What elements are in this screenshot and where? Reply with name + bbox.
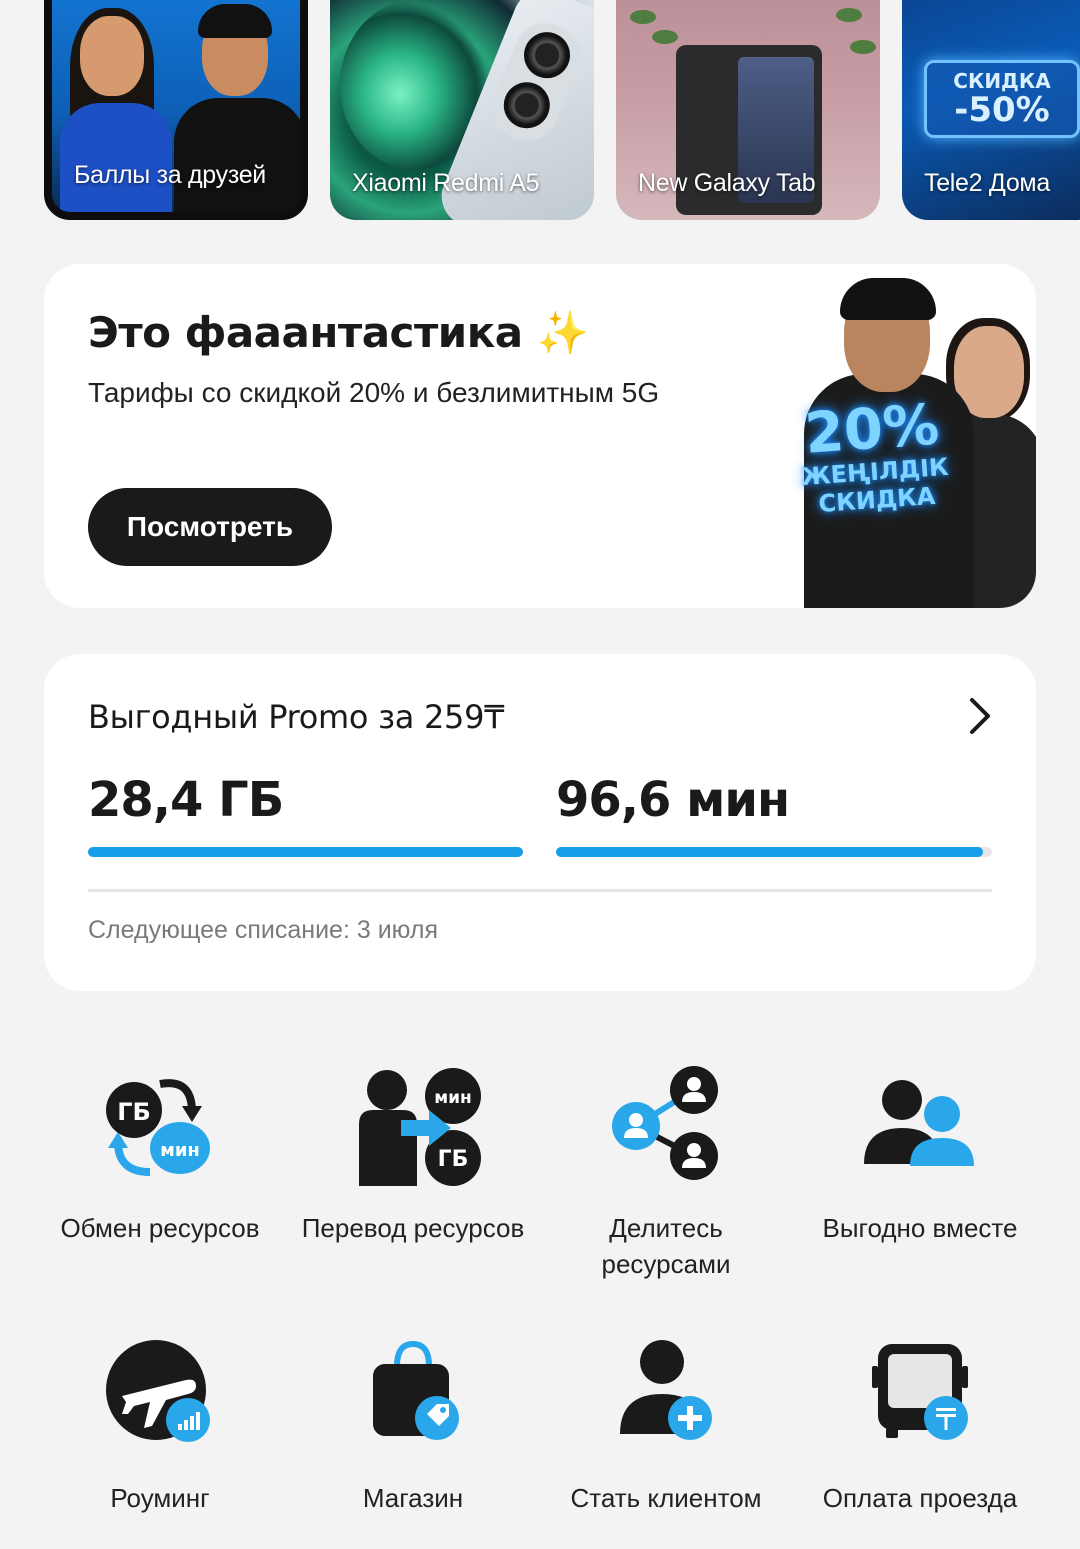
service-share-resources[interactable]: Делитесь ресурсами: [536, 1066, 796, 1282]
divider: [88, 889, 992, 892]
service-label: Оплата проезда: [822, 1483, 1018, 1513]
transit-payment-icon: [860, 1336, 980, 1466]
share-resources-icon: [606, 1066, 726, 1196]
promo-title: Это фааантастика ✨: [88, 308, 589, 357]
data-progress-bar: [88, 847, 523, 857]
sparkles-icon: ✨: [536, 308, 589, 357]
service-label: Обмен ресурсов: [60, 1213, 260, 1243]
exchange-resources-icon: ГБ мин: [100, 1066, 220, 1196]
service-exchange-resources[interactable]: ГБ мин Обмен ресурсов: [30, 1066, 290, 1246]
service-transfer-resources[interactable]: мин ГБ Перевод ресурсов: [283, 1066, 543, 1246]
svg-text:ГБ: ГБ: [438, 1147, 469, 1172]
tariff-title: Выгодный Promo за 259₸: [88, 698, 505, 736]
stories-carousel: Баллы за друзей Xiaomi Redmi A5 New Gala…: [44, 0, 1080, 220]
service-label: Перевод ресурсов: [301, 1213, 525, 1243]
service-transit-payment[interactable]: Оплата проезда: [790, 1336, 1050, 1516]
story-galaxy-tab[interactable]: New Galaxy Tab: [616, 0, 880, 220]
service-shop[interactable]: Магазин: [283, 1336, 543, 1516]
service-roaming[interactable]: Роуминг: [30, 1336, 290, 1516]
story-friends-points[interactable]: Баллы за друзей: [44, 0, 308, 220]
story-tele2-home[interactable]: СКИДКА -50% Tele2 Дома: [902, 0, 1080, 220]
promo-subtitle: Тарифы со скидкой 20% и безлимитным 5G: [88, 377, 660, 408]
discount-sign: СКИДКА -50%: [924, 60, 1080, 138]
service-label: Стать клиентом: [570, 1483, 762, 1513]
service-label: Роуминг: [110, 1483, 210, 1513]
service-become-client[interactable]: Стать клиентом: [536, 1336, 796, 1516]
minutes-remaining: 96,6 мин: [556, 772, 790, 828]
svg-text:мин: мин: [160, 1140, 200, 1161]
view-button[interactable]: Посмотреть: [88, 488, 332, 566]
roaming-icon: [100, 1336, 220, 1466]
story-label: Xiaomi Redmi A5: [352, 169, 540, 197]
story-xiaomi-redmi[interactable]: Xiaomi Redmi A5: [330, 0, 594, 220]
story-label: New Galaxy Tab: [638, 169, 816, 197]
service-label: Магазин: [362, 1483, 464, 1513]
story-label: Баллы за друзей: [74, 161, 266, 189]
become-client-icon: [606, 1336, 726, 1466]
transfer-resources-icon: мин ГБ: [353, 1066, 481, 1196]
promo-banner[interactable]: Это фааантастика ✨ Тарифы со скидкой 20%…: [44, 264, 1036, 608]
shop-icon: [353, 1336, 473, 1466]
next-charge-date: Следующее списание: 3 июля: [88, 916, 438, 944]
tariff-card[interactable]: Выгодный Promo за 259₸ 28,4 ГБ 96,6 мин …: [44, 654, 1036, 991]
together-icon: [860, 1066, 980, 1196]
service-together[interactable]: Выгодно вместе: [790, 1066, 1050, 1246]
discount-neon-badge: 20% ЖЕҢІЛДІК СКИДКА: [800, 392, 950, 518]
service-label: Выгодно вместе: [822, 1213, 1018, 1243]
data-remaining: 28,4 ГБ: [88, 772, 284, 828]
story-label: Tele2 Дома: [924, 169, 1050, 197]
service-label: Делитесь ресурсами: [601, 1213, 731, 1279]
svg-text:ГБ: ГБ: [117, 1098, 151, 1126]
promo-image: 20% ЖЕҢІЛДІК СКИДКА: [774, 264, 1036, 608]
minutes-progress-bar: [556, 847, 992, 857]
chevron-right-icon[interactable]: [962, 696, 996, 736]
svg-text:мин: мин: [434, 1088, 472, 1108]
